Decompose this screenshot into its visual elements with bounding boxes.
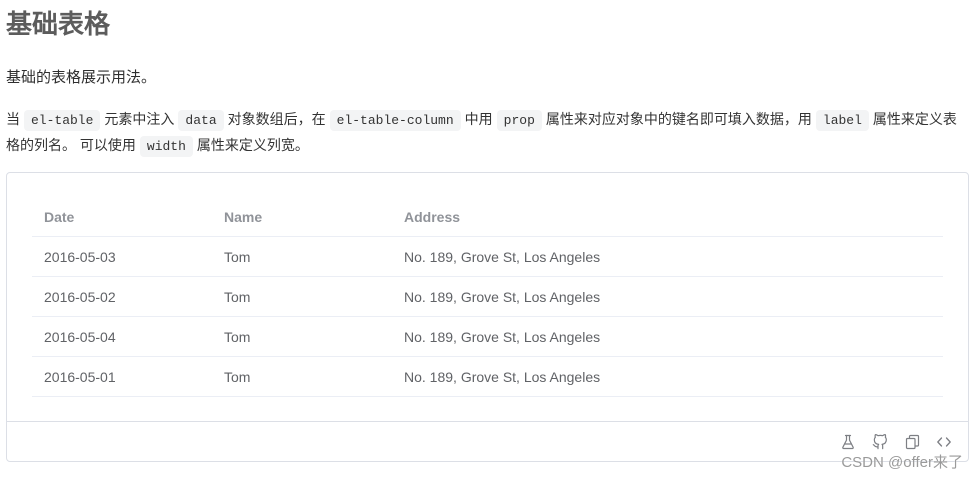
column-header-name: Name xyxy=(224,208,263,225)
cell-date: 2016-05-01 xyxy=(44,368,116,385)
description-text: 对象数组后，在 xyxy=(227,111,326,127)
description-text: 元素中注入 xyxy=(104,111,175,127)
playground-button[interactable] xyxy=(840,434,856,450)
cell-name: Tom xyxy=(224,328,251,345)
code-width: width xyxy=(139,136,193,157)
cell-name: Tom xyxy=(224,288,251,305)
demo-preview: Date Name Address 2016-05-03 Tom No. 189… xyxy=(7,173,968,422)
data-table: Date Name Address 2016-05-03 Tom No. 189… xyxy=(32,197,943,397)
table-row: 2016-05-03 Tom No. 189, Grove St, Los An… xyxy=(32,237,943,277)
cell-address: No. 189, Grove St, Los Angeles xyxy=(404,288,601,305)
cell-date: 2016-05-02 xyxy=(44,288,116,305)
description-text: 属性来定义列宽。 xyxy=(196,137,309,153)
cell-address: No. 189, Grove St, Los Angeles xyxy=(404,368,601,385)
cell-name: Tom xyxy=(224,368,251,385)
copy-icon[interactable] xyxy=(904,434,920,450)
table-row: 2016-05-01 Tom No. 189, Grove St, Los An… xyxy=(32,357,943,397)
demo-box: Date Name Address 2016-05-03 Tom No. 189… xyxy=(6,172,969,462)
github-icon[interactable] xyxy=(872,433,888,450)
code-label: label xyxy=(815,110,869,131)
table-header-row: Date Name Address xyxy=(32,197,943,237)
cell-address: No. 189, Grove St, Los Angeles xyxy=(404,248,601,265)
code-icon[interactable] xyxy=(936,434,952,450)
description-text: 属性来对应对象中的键名即可填入数据，用 xyxy=(545,111,812,127)
code-prop: prop xyxy=(496,110,542,131)
cell-date: 2016-05-03 xyxy=(44,248,116,265)
intro-text: 基础的表格展示用法。 xyxy=(6,69,157,86)
flask-icon[interactable] xyxy=(840,434,856,450)
column-header-address: Address xyxy=(404,208,461,225)
watermark: CSDN @offer来了 xyxy=(841,454,963,471)
description: 当 el-table 元素中注入 data 对象数组后，在 el-table-column… xyxy=(6,107,968,159)
code-el-table-column: el-table-column xyxy=(329,110,461,131)
github-button[interactable] xyxy=(872,433,888,450)
table-row: 2016-05-04 Tom No. 189, Grove St, Los An… xyxy=(32,317,943,357)
table-row: 2016-05-02 Tom No. 189, Grove St, Los An… xyxy=(32,277,943,317)
copy-code-button[interactable] xyxy=(904,434,920,450)
page-title: 基础表格 xyxy=(6,9,111,39)
cell-date: 2016-05-04 xyxy=(44,328,116,345)
code-el-table: el-table xyxy=(24,110,101,131)
description-text: 当 xyxy=(6,111,20,127)
cell-address: No. 189, Grove St, Los Angeles xyxy=(404,328,601,345)
description-text: 中用 xyxy=(464,111,493,127)
view-source-button[interactable] xyxy=(936,434,952,450)
column-header-date: Date xyxy=(44,208,75,225)
demo-toolbar xyxy=(7,422,968,461)
code-data: data xyxy=(178,110,224,131)
cell-name: Tom xyxy=(224,248,251,265)
